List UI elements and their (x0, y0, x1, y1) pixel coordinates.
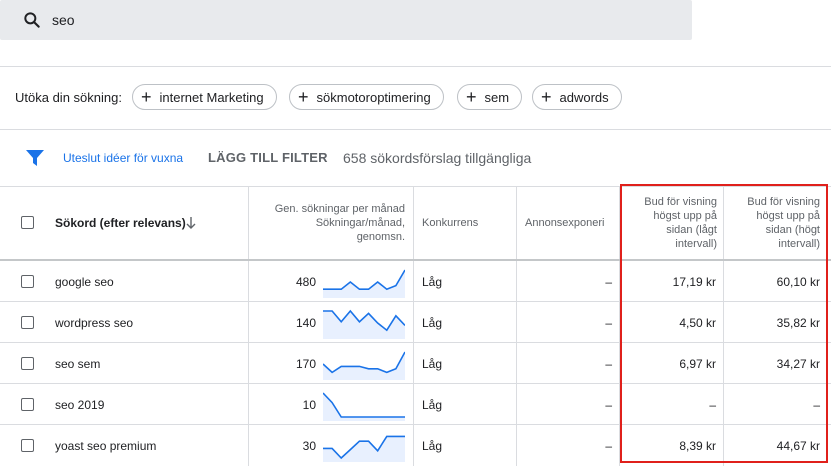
chip-sokmotoroptimering[interactable]: + sökmotoroptimering (289, 84, 444, 110)
trend-sparkline (323, 351, 405, 380)
chip-sem[interactable]: + sem (457, 84, 523, 110)
plus-icon: + (466, 87, 477, 107)
impression-cell: – (605, 357, 612, 371)
keyword-column-header[interactable]: Sökord (efter relevans) (55, 216, 186, 230)
add-filter-button[interactable]: LÄGG TILL FILTER (208, 150, 328, 165)
chip-internet-marketing[interactable]: + internet Marketing (132, 84, 277, 110)
chip-adwords[interactable]: + adwords (532, 84, 622, 110)
competition-cell: Låg (422, 398, 443, 412)
search-icon (24, 12, 40, 28)
row-checkbox[interactable] (21, 398, 34, 411)
impression-cell: – (605, 398, 612, 412)
sort-down-icon[interactable] (186, 217, 196, 229)
suggestions-count: 658 sökordsförslag tillgängliga (343, 150, 532, 166)
competition-column-header[interactable]: Konkurrens (422, 217, 478, 229)
row-checkbox[interactable] (21, 316, 34, 329)
keyword-cell: seo 2019 (55, 398, 105, 412)
search-input[interactable]: seo (52, 12, 75, 28)
competition-cell: Låg (422, 357, 443, 371)
competition-cell: Låg (422, 439, 443, 453)
searches-cell: 10 (302, 398, 316, 412)
searches-cell: 30 (302, 439, 316, 453)
trend-sparkline (323, 435, 405, 462)
competition-cell: Låg (422, 316, 443, 330)
impression-cell: – (605, 275, 612, 289)
sparkline-line (323, 269, 405, 291)
exclude-adult-ideas-link[interactable]: Uteslut idéer för vuxna (63, 151, 183, 165)
expand-search-label: Utöka din sökning: (15, 90, 122, 105)
sparkline-area (323, 270, 405, 298)
keyword-cell: yoast seo premium (55, 439, 157, 453)
filter-icon[interactable] (26, 150, 44, 166)
divider (0, 66, 831, 67)
row-checkbox[interactable] (21, 275, 34, 288)
sparkline-area (323, 352, 405, 380)
keyword-cell: wordpress seo (55, 316, 134, 330)
competition-cell: Låg (422, 275, 443, 289)
search-bar[interactable]: seo (0, 0, 692, 40)
select-all-checkbox[interactable] (21, 216, 34, 229)
keyword-cell: google seo (55, 275, 114, 289)
plus-icon: + (141, 87, 152, 107)
impression-cell: – (605, 316, 612, 330)
sparkline-area (323, 436, 405, 462)
trend-sparkline (323, 269, 405, 298)
trend-sparkline (323, 392, 405, 421)
searches-cell: 170 (295, 357, 316, 371)
plus-icon: + (298, 87, 309, 107)
impression-share-column-header[interactable]: Annonsexponeri (525, 217, 605, 229)
plus-icon: + (541, 87, 552, 107)
row-checkbox[interactable] (21, 439, 34, 452)
searches-column-header[interactable]: Gen. sökningar per månad Sökningar/månad… (255, 202, 405, 244)
searches-cell: 480 (295, 275, 316, 289)
searches-cell: 140 (295, 316, 316, 330)
bid-columns-highlight (620, 184, 828, 463)
impression-cell: – (605, 439, 612, 453)
divider (0, 129, 831, 130)
trend-sparkline (323, 309, 405, 339)
row-checkbox[interactable] (21, 357, 34, 370)
keyword-cell: seo sem (55, 357, 101, 371)
